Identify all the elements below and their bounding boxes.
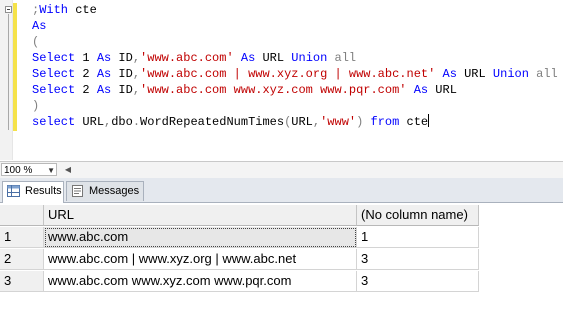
code-token: ID: [111, 67, 133, 81]
code-token: Union: [492, 67, 529, 81]
tab-results-label: Results: [25, 185, 62, 197]
code-line[interactable]: (: [32, 34, 558, 50]
code-token: ,: [132, 67, 141, 81]
code-token: With: [39, 3, 69, 17]
chevron-down-icon: ▼: [47, 166, 55, 175]
code-token: ,: [132, 83, 141, 97]
code-line[interactable]: Select 2 As ID,'www.abc.com www.xyz.com …: [32, 82, 558, 98]
row-number-header[interactable]: [0, 205, 44, 226]
row-number[interactable]: 1: [0, 227, 44, 248]
code-token: (: [32, 35, 40, 49]
url-cell[interactable]: www.abc.com www.xyz.com www.pqr.com: [44, 271, 357, 292]
zoom-value: 100 %: [4, 165, 33, 176]
code-token: As: [32, 19, 47, 33]
column-header-url[interactable]: URL: [44, 205, 357, 226]
url-cell[interactable]: www.abc.com | www.xyz.org | www.abc.net: [44, 249, 357, 270]
code-token: ,: [312, 115, 321, 129]
code-token: Select: [32, 67, 76, 81]
count-cell[interactable]: 3: [357, 271, 479, 292]
code-token: 'www': [320, 115, 357, 129]
results-tabs: Results Messages: [0, 178, 563, 203]
change-tracking-bar: [13, 3, 17, 131]
table-row[interactable]: 2 www.abc.com | www.xyz.org | www.abc.ne…: [0, 249, 563, 270]
code-token: As: [442, 67, 457, 81]
count-cell[interactable]: 3: [357, 249, 479, 270]
code-line[interactable]: Select 1 As ID,'www.abc.com' As URL Unio…: [32, 50, 558, 66]
code-token: URL: [255, 51, 292, 65]
code-token: Select: [32, 51, 76, 65]
code-token: ): [32, 99, 40, 113]
code-line[interactable]: As: [32, 18, 558, 34]
count-cell[interactable]: 1: [357, 227, 479, 248]
row-number[interactable]: 2: [0, 249, 44, 270]
code-token: ID: [111, 83, 133, 97]
table-row[interactable]: 3 www.abc.com www.xyz.com www.pqr.com 3: [0, 271, 563, 292]
code-token: As: [413, 83, 429, 97]
tab-messages-label: Messages: [89, 185, 140, 197]
code-token: 'www.abc.com www.xyz.com www.pqr.com': [140, 83, 407, 97]
code-token: As: [96, 51, 112, 65]
query-editor[interactable]: ;With cte As(Select 1 As ID,'www.abc.com'…: [0, 0, 563, 160]
code-token: As: [240, 51, 256, 65]
code-token: .: [132, 115, 141, 129]
column-header-no-name[interactable]: (No column name): [357, 205, 479, 226]
code-token: 'www.abc.com': [140, 51, 234, 65]
code-token: ,: [132, 51, 141, 65]
code-token: dbo: [111, 115, 133, 129]
scroll-left-icon[interactable]: ◀: [62, 163, 74, 177]
fold-guide-line: [8, 14, 9, 130]
text-caret: [428, 114, 430, 127]
tab-results[interactable]: Results: [2, 181, 64, 203]
row-number[interactable]: 3: [0, 271, 44, 292]
sql-code[interactable]: ;With cte As(Select 1 As ID,'www.abc.com'…: [32, 2, 558, 130]
code-token: WordRepeatedNumTimes: [140, 115, 285, 129]
code-token: URL: [456, 67, 493, 81]
url-cell[interactable]: www.abc.com: [44, 227, 357, 248]
grid-header-row: URL (No column name): [0, 205, 563, 226]
collapse-region-icon[interactable]: [5, 6, 12, 13]
code-token: cte: [68, 3, 97, 17]
code-token: 2: [75, 83, 97, 97]
code-token: all: [536, 67, 558, 81]
table-row[interactable]: 1 www.abc.com 1: [0, 227, 563, 248]
editor-status-bar: 100 % ▼ ◀: [0, 161, 563, 179]
code-token: As: [96, 83, 112, 97]
grid-results-icon: [7, 185, 20, 197]
code-token: 'www.abc.com | www.xyz.org | www.abc.net…: [140, 67, 436, 81]
tab-messages[interactable]: Messages: [66, 181, 144, 201]
editor-gutter: [0, 0, 13, 160]
code-line[interactable]: ): [32, 98, 558, 114]
code-token: cte: [399, 115, 429, 129]
code-token: 1: [75, 51, 97, 65]
code-token: ID: [111, 51, 133, 65]
code-token: URL: [291, 115, 313, 129]
code-token: As: [96, 67, 112, 81]
messages-icon: [72, 185, 83, 197]
code-line[interactable]: ;With cte: [32, 2, 558, 18]
zoom-dropdown[interactable]: 100 % ▼: [1, 163, 57, 176]
code-token: URL: [75, 115, 105, 129]
code-line[interactable]: select URL,dbo.WordRepeatedNumTimes(URL,…: [32, 114, 558, 130]
code-token: all: [334, 51, 357, 65]
code-token: Select: [32, 83, 76, 97]
code-token: from: [370, 115, 400, 129]
code-token: select: [32, 115, 76, 129]
code-line[interactable]: Select 2 As ID,'www.abc.com | www.xyz.or…: [32, 66, 558, 82]
code-token: Union: [291, 51, 328, 65]
code-token: URL: [428, 83, 457, 97]
code-token: 2: [75, 67, 97, 81]
